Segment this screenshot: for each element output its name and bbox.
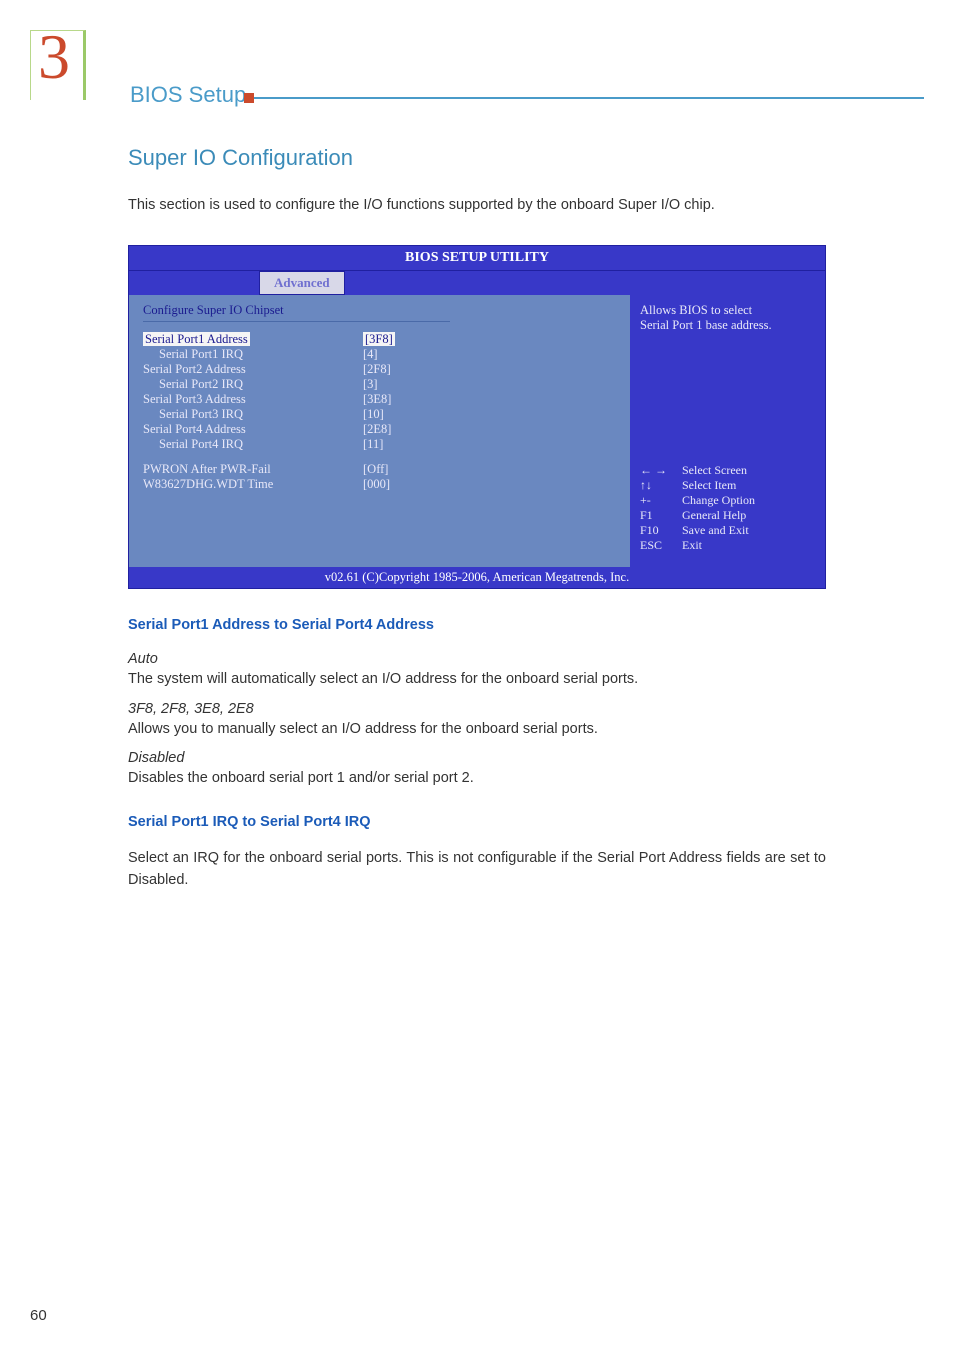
bios-item-row[interactable]: Serial Port1 Address[3F8] <box>143 332 616 347</box>
param-label: Auto <box>128 651 826 667</box>
bios-item-label: Serial Port3 IRQ <box>143 407 363 422</box>
bios-nav-desc: Save and Exit <box>682 523 749 538</box>
section-intro: This section is used to configure the I/… <box>128 195 826 217</box>
bios-nav-key: ESC <box>640 538 682 553</box>
header-title: BIOS Setup <box>130 82 246 108</box>
param-label: Disabled <box>128 750 826 766</box>
page-number: 60 <box>30 1307 47 1324</box>
bios-nav-key: +- <box>640 493 682 508</box>
bios-item-value: [4] <box>363 347 378 362</box>
bios-main-panel: Configure Super IO Chipset Serial Port1 … <box>129 295 630 567</box>
bios-item-row[interactable]: Serial Port1 IRQ[4] <box>143 347 616 362</box>
bios-item-value: [3E8] <box>363 392 391 407</box>
bios-nav-desc: Change Option <box>682 493 755 508</box>
bios-item-row[interactable]: Serial Port4 Address[2E8] <box>143 422 616 437</box>
bios-nav-row: ESCExit <box>640 538 815 553</box>
bios-item-label: Serial Port2 IRQ <box>143 377 363 392</box>
bios-item-label: W83627DHG.WDT Time <box>143 477 363 492</box>
bios-nav-desc: Exit <box>682 538 702 553</box>
bios-nav-key: F1 <box>640 508 682 523</box>
bios-utility-box: BIOS SETUP UTILITY Advanced Configure Su… <box>128 245 826 589</box>
bios-nav-row: F1General Help <box>640 508 815 523</box>
bios-item-label: Serial Port1 Address <box>143 332 363 347</box>
bios-nav-row: ↑↓Select Item <box>640 478 815 493</box>
bios-item-value: [Off] <box>363 462 388 477</box>
subsection-title: Serial Port1 IRQ to Serial Port4 IRQ <box>128 814 826 830</box>
chapter-number: 3 <box>38 20 70 94</box>
bios-item-row[interactable]: Serial Port2 IRQ[3] <box>143 377 616 392</box>
param-desc: Allows you to manually select an I/O add… <box>128 719 826 741</box>
bios-title-bar: BIOS SETUP UTILITY <box>129 246 825 270</box>
bios-nav-row: +-Change Option <box>640 493 815 508</box>
bios-nav-row: F10Save and Exit <box>640 523 815 538</box>
bios-tab-row: Advanced <box>129 270 825 295</box>
bios-tab-advanced[interactable]: Advanced <box>259 271 345 295</box>
bios-item-label: Serial Port3 Address <box>143 392 363 407</box>
bios-nav-key: ↑↓ <box>640 478 682 493</box>
bios-item-row[interactable]: Serial Port4 IRQ[11] <box>143 437 616 452</box>
bios-item-row[interactable]: Serial Port2 Address[2F8] <box>143 362 616 377</box>
header-line <box>254 97 924 99</box>
bios-item-label: Serial Port2 Address <box>143 362 363 377</box>
bios-chipset-header: Configure Super IO Chipset <box>143 303 616 318</box>
bios-item-value: [000] <box>363 477 390 492</box>
header-marker-icon <box>244 93 254 103</box>
bios-nav-key: F10 <box>640 523 682 538</box>
bios-item-label: PWRON After PWR-Fail <box>143 462 363 477</box>
section-title: Super IO Configuration <box>128 145 826 171</box>
bios-item-value: [2E8] <box>363 422 391 437</box>
bios-nav-desc: Select Screen <box>682 463 747 478</box>
param-desc: Disables the onboard serial port 1 and/o… <box>128 768 826 790</box>
bios-item-value: [3] <box>363 377 378 392</box>
bios-help-text: Allows BIOS to select Serial Port 1 base… <box>640 303 815 333</box>
bios-nav-desc: Select Item <box>682 478 736 493</box>
bios-item-value: [3F8] <box>363 332 395 347</box>
param-desc: The system will automatically select an … <box>128 669 826 691</box>
bios-item-label: Serial Port4 Address <box>143 422 363 437</box>
bios-nav-keys: ← →Select Screen↑↓Select Item+-Change Op… <box>640 463 815 553</box>
bios-nav-key: ← → <box>640 463 682 478</box>
bios-item-value: [2F8] <box>363 362 391 377</box>
bios-item-row[interactable]: PWRON After PWR-Fail[Off] <box>143 462 616 477</box>
bios-item-label: Serial Port1 IRQ <box>143 347 363 362</box>
bios-item-row[interactable]: Serial Port3 Address[3E8] <box>143 392 616 407</box>
bios-item-row[interactable]: W83627DHG.WDT Time[000] <box>143 477 616 492</box>
bios-item-value: [11] <box>363 437 383 452</box>
param-desc: Select an IRQ for the onboard serial por… <box>128 848 826 892</box>
bios-item-row[interactable]: Serial Port3 IRQ[10] <box>143 407 616 422</box>
bios-footer: v02.61 (C)Copyright 1985-2006, American … <box>129 567 825 588</box>
bios-nav-row: ← →Select Screen <box>640 463 815 478</box>
bios-item-label: Serial Port4 IRQ <box>143 437 363 452</box>
subsection-title: Serial Port1 Address to Serial Port4 Add… <box>128 617 826 633</box>
bios-side-panel: Allows BIOS to select Serial Port 1 base… <box>630 295 825 567</box>
bios-item-value: [10] <box>363 407 384 422</box>
bios-nav-desc: General Help <box>682 508 746 523</box>
param-label: 3F8, 2F8, 3E8, 2E8 <box>128 701 826 717</box>
